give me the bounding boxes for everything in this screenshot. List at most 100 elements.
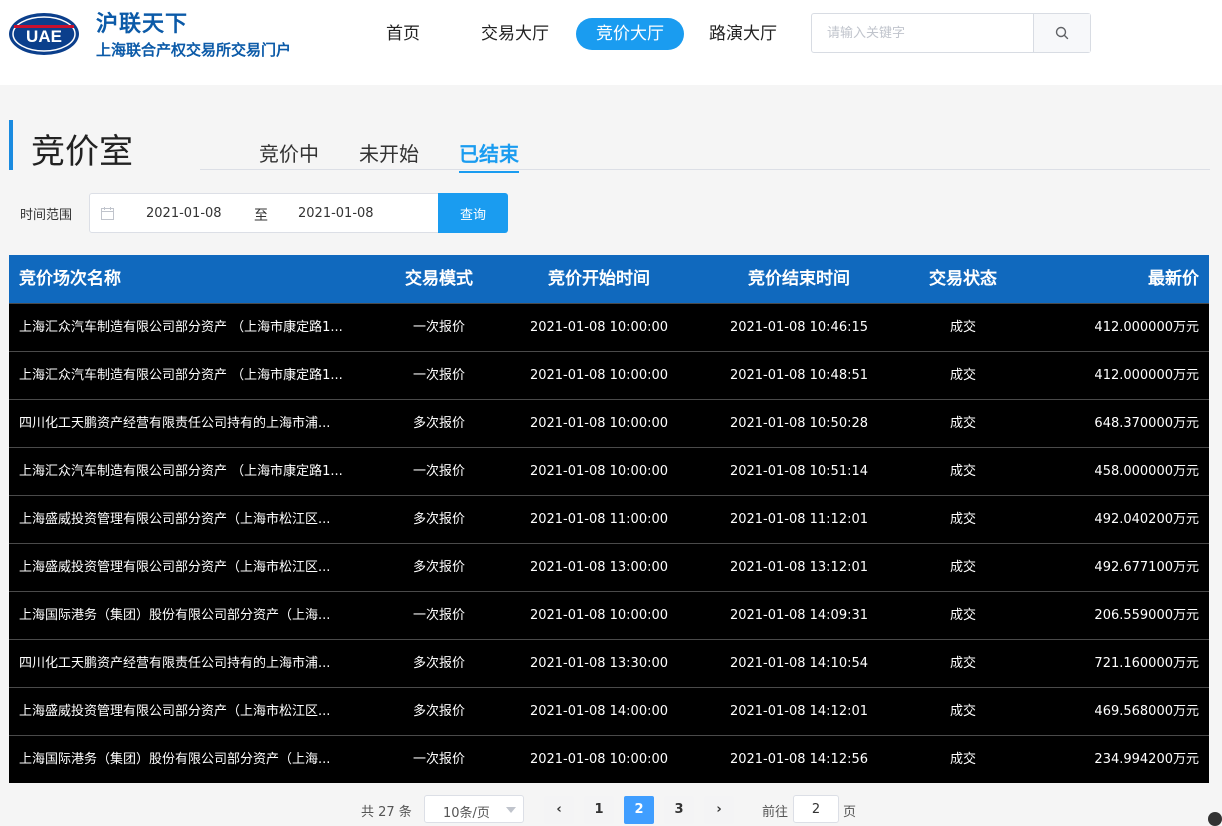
cell-session-name[interactable]: 上海盛威投资管理有限公司部分资产（上海市松江区... <box>19 688 369 735</box>
cell-trade-status: 成交 <box>949 656 976 671</box>
cell-latest-price: 412.000000万元 <box>1094 368 1199 383</box>
pagination: 共 27 条 10条/页 ‹ 1 2 3 › 前往 页 <box>0 795 1222 825</box>
table-header: 竞价场次名称 交易模式 竞价开始时间 竞价结束时间 交易状态 最新价 <box>9 255 1209 303</box>
cell-latest-price: 206.559000万元 <box>1094 608 1199 623</box>
header-start-time: 竞价开始时间 <box>548 269 650 289</box>
goto-label: 前往 <box>762 805 789 820</box>
end-date[interactable]: 2021-01-08 <box>298 206 374 221</box>
cell-start-time: 2021-01-08 10:00:00 <box>529 752 669 767</box>
table-body: 上海汇众汽车制造有限公司部分资产 （上海市康定路1... 一次报价 2021-01-… <box>9 303 1209 783</box>
section-accent-bar <box>9 120 13 170</box>
page-2-button[interactable]: 2 <box>624 796 654 824</box>
time-range-label: 时间范围 <box>20 208 73 223</box>
cell-latest-price: 721.160000万元 <box>1094 656 1199 671</box>
cell-trade-mode: 多次报价 <box>412 416 465 431</box>
nav-item-home[interactable]: 首页 <box>378 18 428 50</box>
table-row[interactable]: 上海盛威投资管理有限公司部分资产（上海市松江区... 多次报价 2021-01-08… <box>9 687 1209 735</box>
cell-end-time: 2021-01-08 10:46:15 <box>729 320 869 335</box>
cell-start-time: 2021-01-08 10:00:00 <box>529 368 669 383</box>
table-row[interactable]: 上海盛威投资管理有限公司部分资产（上海市松江区... 多次报价 2021-01-08… <box>9 495 1209 543</box>
total-count: 共 27 条 <box>361 805 412 820</box>
cell-trade-mode: 一次报价 <box>412 320 465 335</box>
cell-trade-mode: 多次报价 <box>412 560 465 575</box>
search-box <box>811 13 1091 53</box>
chevron-down-icon <box>506 807 516 813</box>
tab-in-progress[interactable]: 竞价中 <box>259 138 319 171</box>
cell-latest-price: 648.370000万元 <box>1094 416 1199 431</box>
cell-latest-price: 492.677100万元 <box>1094 560 1199 575</box>
tab-not-started[interactable]: 未开始 <box>359 138 419 171</box>
cell-latest-price: 458.000000万元 <box>1094 464 1199 479</box>
cell-start-time: 2021-01-08 10:00:00 <box>529 416 669 431</box>
start-date[interactable]: 2021-01-08 <box>146 206 222 221</box>
cell-latest-price: 492.040200万元 <box>1094 512 1199 527</box>
cell-trade-status: 成交 <box>949 512 976 527</box>
cell-trade-status: 成交 <box>949 752 976 767</box>
brand-subtitle: 上海联合产权交易所交易门户 <box>96 41 292 59</box>
cell-trade-mode: 多次报价 <box>412 704 465 719</box>
cell-session-name[interactable]: 上海盛威投资管理有限公司部分资产（上海市松江区... <box>19 496 369 543</box>
cell-trade-mode: 一次报价 <box>412 752 465 767</box>
cell-session-name[interactable]: 上海国际港务（集团）股份有限公司部分资产（上海... <box>19 592 369 639</box>
table-row[interactable]: 上海国际港务（集团）股份有限公司部分资产（上海... 一次报价 2021-01-08… <box>9 591 1209 639</box>
header-end-time: 竞价结束时间 <box>748 269 850 289</box>
feedback-icon[interactable] <box>1208 812 1222 826</box>
nav-item-trading-hall[interactable]: 交易大厅 <box>470 18 560 50</box>
page-3-button[interactable]: 3 <box>664 796 694 824</box>
cell-start-time: 2021-01-08 13:00:00 <box>529 560 669 575</box>
page-size-select[interactable]: 10条/页 <box>424 795 524 823</box>
cell-session-name[interactable]: 上海盛威投资管理有限公司部分资产（上海市松江区... <box>19 544 369 591</box>
table-row[interactable]: 上海汇众汽车制造有限公司部分资产 （上海市康定路1... 一次报价 2021-01-… <box>9 447 1209 495</box>
cell-trade-mode: 多次报价 <box>412 512 465 527</box>
cell-end-time: 2021-01-08 14:09:31 <box>729 608 869 623</box>
site-header: UAE 沪联天下 上海联合产权交易所交易门户 首页 交易大厅 竞价大厅 路演大厅 <box>0 0 1222 85</box>
table-row[interactable]: 四川化工天鹏资产经营有限责任公司持有的上海市浦... 多次报价 2021-01-08… <box>9 639 1209 687</box>
goto-page-input[interactable] <box>793 795 839 823</box>
tab-ended[interactable]: 已结束 <box>459 138 519 173</box>
page-title: 竞价室 <box>31 132 133 172</box>
search-button[interactable] <box>1033 14 1090 52</box>
cell-trade-status: 成交 <box>949 416 976 431</box>
cell-end-time: 2021-01-08 14:10:54 <box>729 656 869 671</box>
cell-trade-status: 成交 <box>949 368 976 383</box>
cell-session-name[interactable]: 上海汇众汽车制造有限公司部分资产 （上海市康定路1... <box>19 448 369 495</box>
cell-trade-status: 成交 <box>949 608 976 623</box>
cell-session-name[interactable]: 四川化工天鹏资产经营有限责任公司持有的上海市浦... <box>19 640 369 687</box>
auction-table: 竞价场次名称 交易模式 竞价开始时间 竞价结束时间 交易状态 最新价 上海汇众汽… <box>9 255 1209 783</box>
cell-trade-mode: 一次报价 <box>412 368 465 383</box>
tabs-divider <box>200 169 1210 170</box>
logo-text: UAE <box>26 27 62 46</box>
cell-start-time: 2021-01-08 11:00:00 <box>529 512 669 527</box>
cell-latest-price: 469.568000万元 <box>1094 704 1199 719</box>
prev-page-button[interactable]: ‹ <box>544 796 574 824</box>
nav-item-roadshow-hall[interactable]: 路演大厅 <box>698 18 788 50</box>
search-input[interactable] <box>812 14 1034 52</box>
table-row[interactable]: 上海盛威投资管理有限公司部分资产（上海市松江区... 多次报价 2021-01-08… <box>9 543 1209 591</box>
cell-session-name[interactable]: 上海国际港务（集团）股份有限公司部分资产（上海... <box>19 736 369 783</box>
query-button[interactable]: 查询 <box>438 193 508 233</box>
date-range-picker[interactable]: 2021-01-08 至 2021-01-08 <box>89 193 439 233</box>
table-row[interactable]: 四川化工天鹏资产经营有限责任公司持有的上海市浦... 多次报价 2021-01-08… <box>9 399 1209 447</box>
header-trade-mode: 交易模式 <box>405 269 473 289</box>
page-1-button[interactable]: 1 <box>584 796 614 824</box>
cell-session-name[interactable]: 上海汇众汽车制造有限公司部分资产 （上海市康定路1... <box>19 304 369 351</box>
cell-end-time: 2021-01-08 14:12:56 <box>729 752 869 767</box>
cell-latest-price: 234.994200万元 <box>1094 752 1199 767</box>
table-row[interactable]: 上海汇众汽车制造有限公司部分资产 （上海市康定路1... 一次报价 2021-01-… <box>9 351 1209 399</box>
cell-session-name[interactable]: 四川化工天鹏资产经营有限责任公司持有的上海市浦... <box>19 400 369 447</box>
cell-start-time: 2021-01-08 10:00:00 <box>529 464 669 479</box>
brand-title: 沪联天下 <box>96 12 189 37</box>
cell-trade-status: 成交 <box>949 560 976 575</box>
cell-start-time: 2021-01-08 10:00:00 <box>529 320 669 335</box>
table-row[interactable]: 上海汇众汽车制造有限公司部分资产 （上海市康定路1... 一次报价 2021-01-… <box>9 303 1209 351</box>
next-page-button[interactable]: › <box>704 796 734 824</box>
cell-trade-status: 成交 <box>949 464 976 479</box>
cell-session-name[interactable]: 上海汇众汽车制造有限公司部分资产 （上海市康定路1... <box>19 352 369 399</box>
date-separator: 至 <box>254 208 268 224</box>
cell-end-time: 2021-01-08 14:12:01 <box>729 704 869 719</box>
cell-start-time: 2021-01-08 10:00:00 <box>529 608 669 623</box>
nav-item-bidding-hall[interactable]: 竞价大厅 <box>576 18 684 50</box>
cell-trade-status: 成交 <box>949 320 976 335</box>
uae-logo[interactable]: UAE <box>8 11 80 57</box>
table-row[interactable]: 上海国际港务（集团）股份有限公司部分资产（上海... 一次报价 2021-01-08… <box>9 735 1209 783</box>
